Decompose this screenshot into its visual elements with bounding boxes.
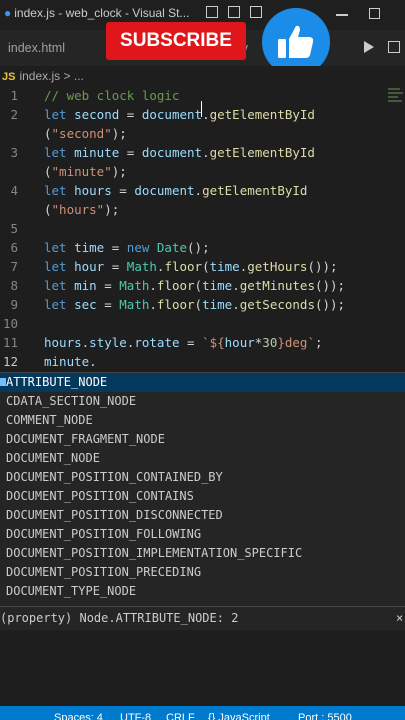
line-number: 3: [10, 145, 18, 160]
line-number: 4: [10, 183, 18, 198]
suggestion-detail: (property) Node.ATTRIBUTE_NODE: 2 ×: [0, 606, 405, 631]
maximize-button[interactable]: [369, 8, 380, 19]
breadcrumb-separator: >: [63, 69, 71, 83]
subscribe-button[interactable]: SUBSCRIBE: [106, 22, 246, 60]
vscode-icon: ●: [4, 6, 12, 20]
breadcrumb: JS index.js > ...: [0, 66, 405, 86]
status-eol[interactable]: CRLF: [166, 706, 195, 720]
tab-index-html[interactable]: index.html: [0, 30, 73, 66]
minimize-button[interactable]: [336, 14, 348, 16]
suggestion-item[interactable]: DOCUMENT_POSITION_CONTAINED_BY: [0, 468, 405, 487]
line-number: 2: [10, 107, 18, 122]
split-editor-icon[interactable]: [388, 41, 400, 53]
suggestion-item[interactable]: ATTRIBUTE_NODE: [0, 373, 405, 392]
line-number: 6: [10, 240, 18, 255]
line-number: 7: [10, 259, 18, 274]
suggestion-item[interactable]: CDATA_SECTION_NODE: [0, 392, 405, 411]
js-file-icon: JS: [2, 71, 16, 83]
editor-empty-area: [0, 630, 405, 706]
line-number: 9: [10, 297, 18, 312]
suggestion-item[interactable]: DOCUMENT_POSITION_IMPLEMENTATION_SPECIFI…: [0, 544, 405, 563]
suggestion-item[interactable]: DOCUMENT_POSITION_CONTAINS: [0, 487, 405, 506]
line-number: 1: [10, 88, 18, 103]
status-bar: Spaces: 4 UTF-8 CRLF {} JavaScript Port …: [0, 706, 405, 720]
status-indentation[interactable]: Spaces: 4: [54, 706, 103, 720]
breadcrumb-symbol[interactable]: ...: [74, 69, 84, 83]
status-encoding[interactable]: UTF-8: [120, 706, 151, 720]
suggestion-item[interactable]: DOCUMENT_POSITION_DISCONNECTED: [0, 506, 405, 525]
suggestion-item[interactable]: DOCUMENT_NODE: [0, 449, 405, 468]
suggestion-item[interactable]: DOCUMENT_FRAGMENT_NODE: [0, 430, 405, 449]
line-number: 5: [10, 221, 18, 236]
toggle-panel-icon[interactable]: [228, 6, 240, 18]
layout-controls: [206, 6, 262, 18]
suggestion-detail-text: (property) Node.ATTRIBUTE_NODE: 2: [0, 611, 239, 625]
code-editor[interactable]: 1// web clock logic 2 let second = docume…: [0, 86, 405, 372]
window-title: ● index.js - web_clock - Visual St...: [4, 6, 190, 20]
suggestion-item[interactable]: DOCUMENT_TYPE_NODE: [0, 582, 405, 601]
mouse-cursor-icon: [201, 101, 208, 117]
suggestion-item[interactable]: DOCUMENT_POSITION_PRECEDING: [0, 563, 405, 582]
breadcrumb-file[interactable]: index.js: [19, 69, 60, 83]
line-number: 11: [2, 335, 18, 350]
suggestion-widget: ATTRIBUTE_NODE CDATA_SECTION_NODE COMMEN…: [0, 372, 405, 607]
line-number: 10: [2, 316, 18, 331]
line-number: 12: [2, 354, 18, 369]
suggestion-item[interactable]: DOCUMENT_POSITION_FOLLOWING: [0, 525, 405, 544]
status-language[interactable]: {} JavaScript: [208, 706, 270, 720]
live-server-port[interactable]: Port : 5500: [298, 706, 352, 720]
close-icon[interactable]: ×: [396, 607, 403, 629]
run-icon[interactable]: [364, 41, 374, 53]
line-number: 8: [10, 278, 18, 293]
toggle-sidebar-icon[interactable]: [206, 6, 218, 18]
minimap[interactable]: [388, 86, 405, 116]
toggle-secondary-sidebar-icon[interactable]: [250, 6, 262, 18]
suggestion-item[interactable]: COMMENT_NODE: [0, 411, 405, 430]
